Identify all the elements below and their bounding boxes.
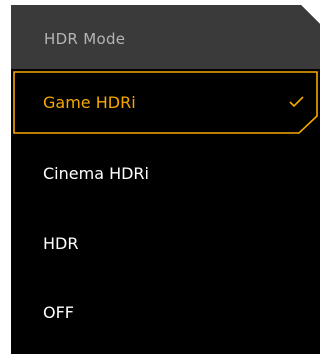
option-label: Game HDRi (43, 92, 136, 112)
menu-header: HDR Mode (11, 5, 320, 69)
hdr-mode-menu: HDR Mode Game HDRi Cinema HDRi HDR OFF (11, 5, 320, 354)
options-list: Game HDRi Cinema HDRi HDR OFF (11, 69, 320, 354)
check-icon (289, 96, 304, 108)
menu-title: HDR Mode (44, 30, 126, 48)
option-label: Cinema HDRi (43, 163, 149, 183)
option-label: HDR (43, 233, 79, 253)
option-hdr[interactable]: HDR (13, 212, 318, 275)
option-cinema-hdri[interactable]: Cinema HDRi (13, 142, 318, 205)
option-label: OFF (43, 302, 74, 322)
option-off[interactable]: OFF (13, 281, 318, 344)
option-game-hdri[interactable]: Game HDRi (13, 71, 318, 134)
